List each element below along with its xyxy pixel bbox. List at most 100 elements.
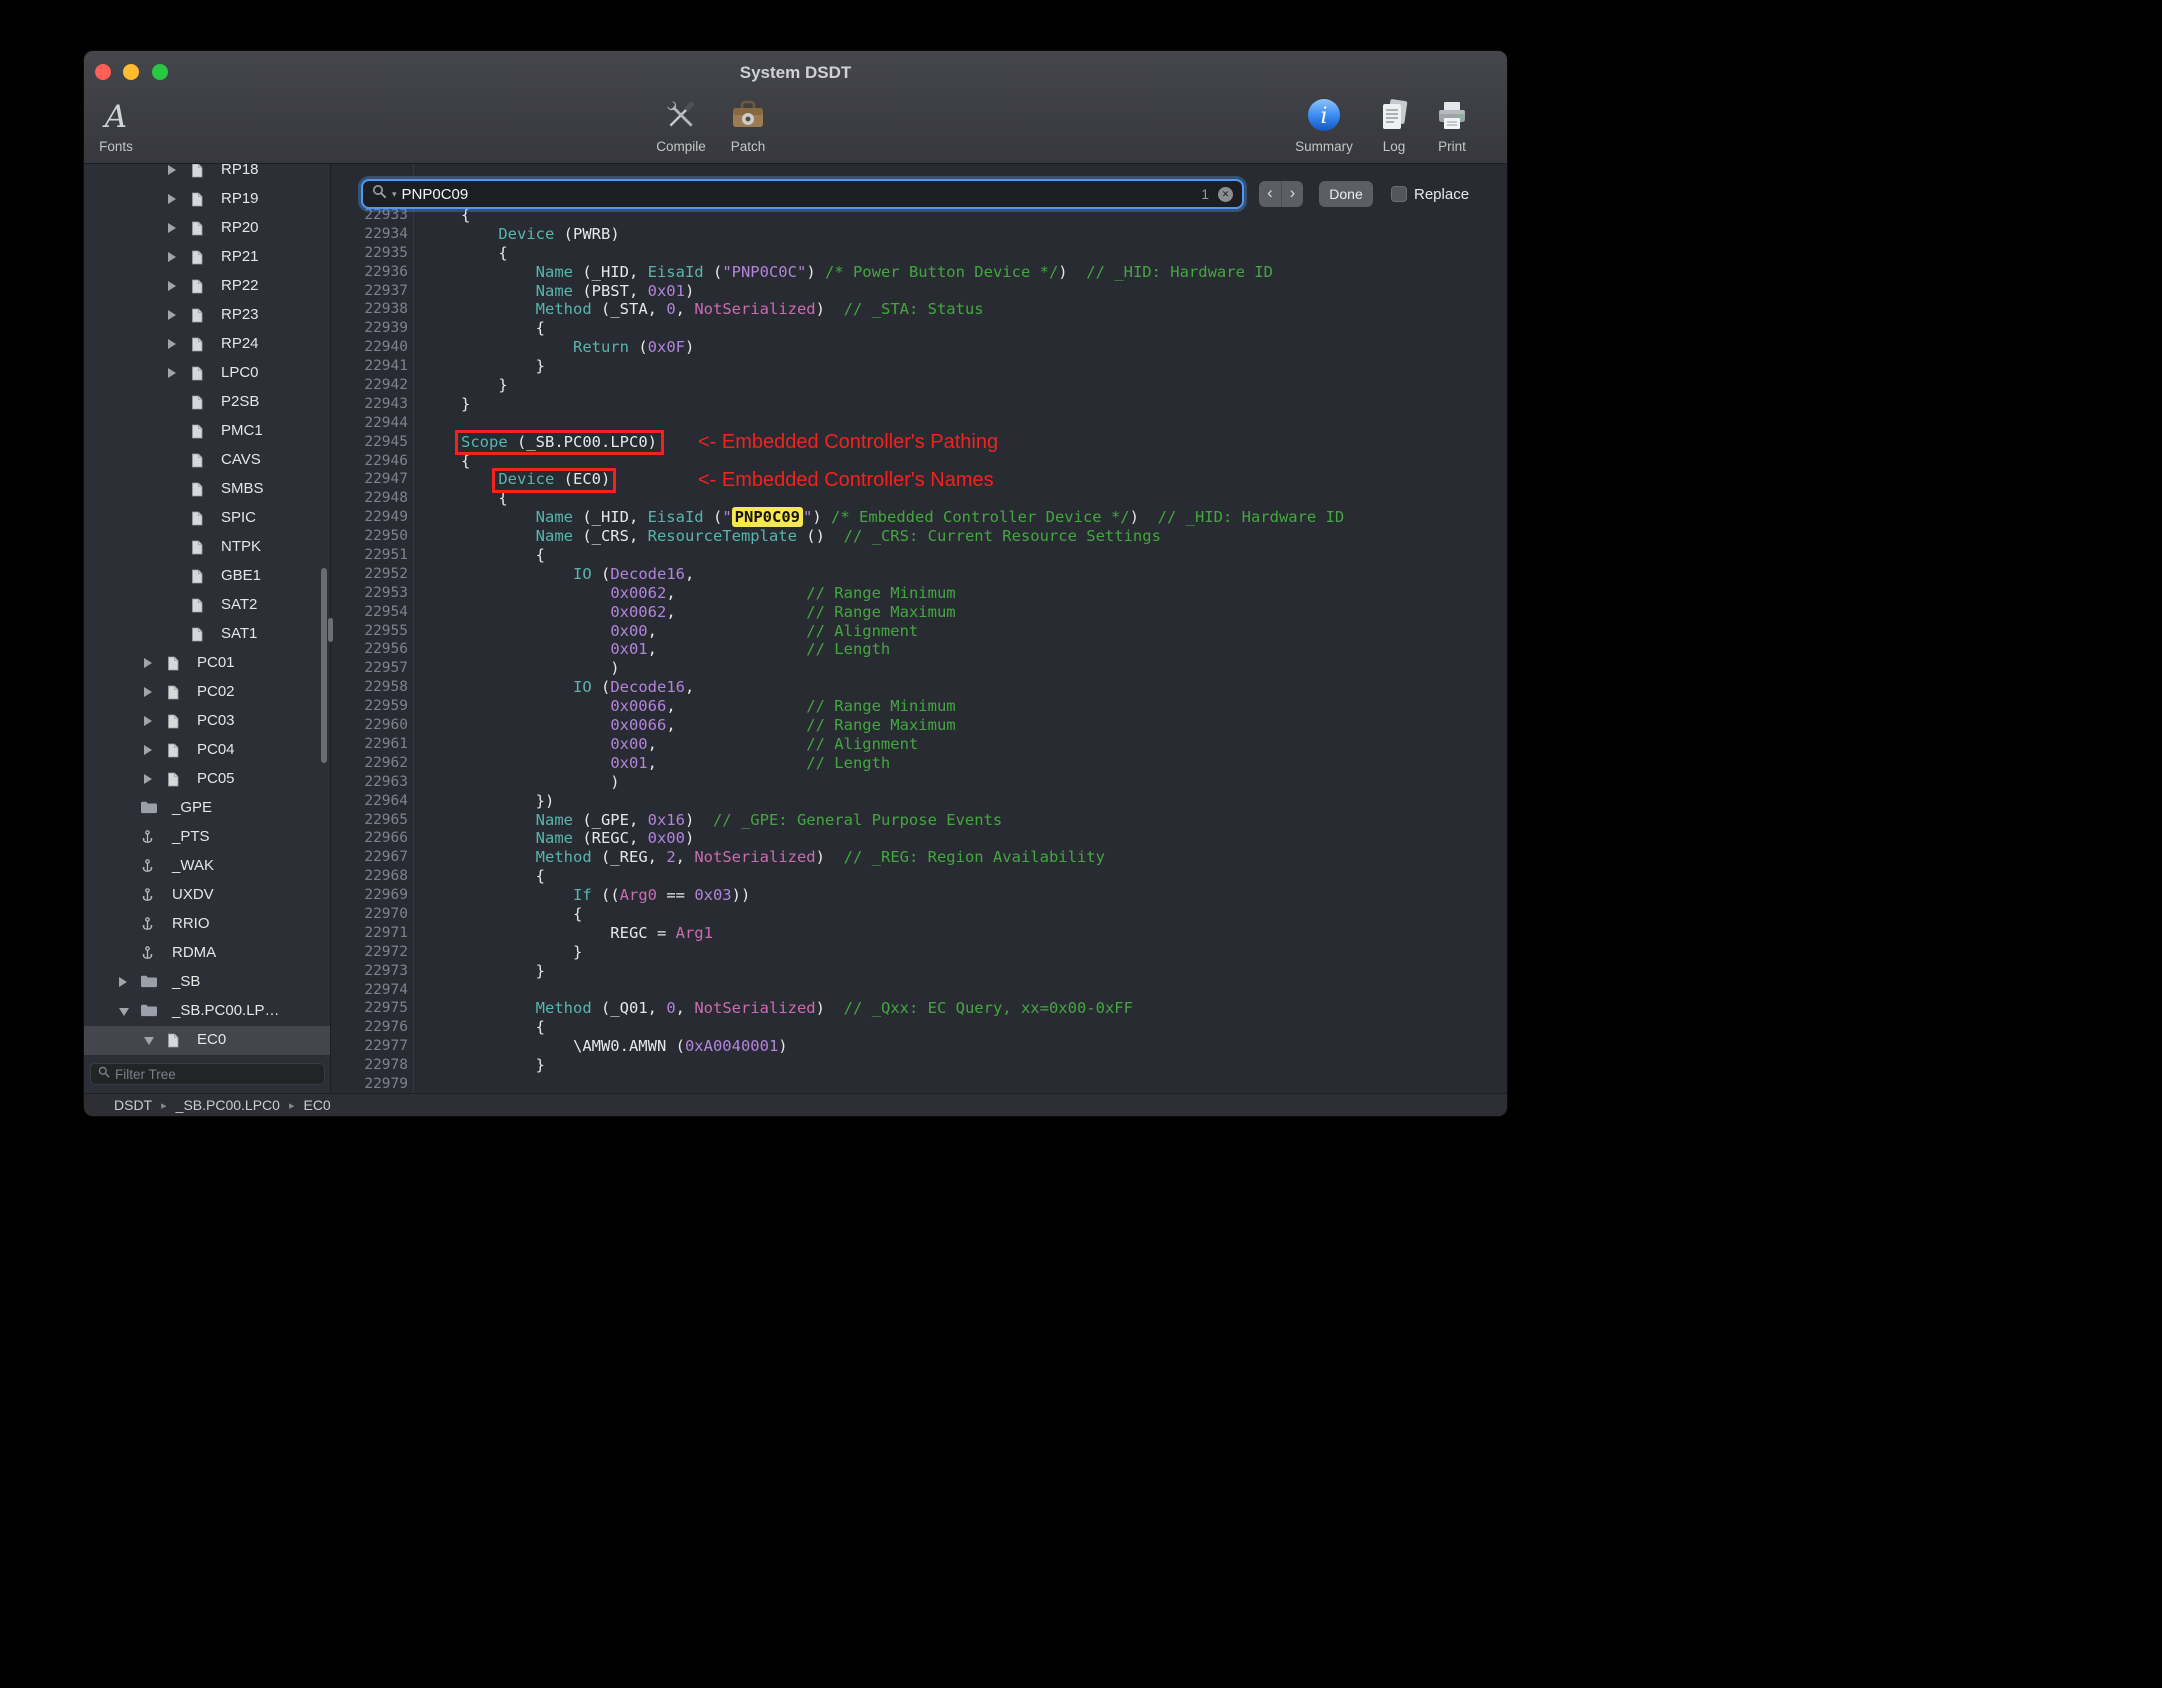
toolbar-print-button[interactable]: Print: [1422, 95, 1482, 163]
sidebar-item-pc03[interactable]: PC03: [84, 707, 330, 736]
code-line[interactable]: 22973 }: [331, 962, 1507, 981]
sidebar-item-lpc0[interactable]: LPC0: [84, 359, 330, 388]
sidebar-item-sat1[interactable]: SAT1: [84, 620, 330, 649]
sidebar-item--sb[interactable]: _SB: [84, 968, 330, 997]
sidebar-scrollbar-thumb[interactable]: [321, 568, 327, 763]
sidebar-item-rp24[interactable]: RP24: [84, 330, 330, 359]
sidebar-item-smbs[interactable]: SMBS: [84, 475, 330, 504]
chevron-right-icon[interactable]: [144, 716, 152, 726]
toolbar-summary-button[interactable]: i Summary: [1282, 95, 1366, 163]
breadcrumb-item-lpc0[interactable]: _SB.PC00.LPC0: [176, 1097, 280, 1113]
code-line[interactable]: 22964 }): [331, 792, 1507, 811]
sidebar-item--pts[interactable]: _PTS: [84, 823, 330, 852]
code-line[interactable]: 22937 Name (PBST, 0x01): [331, 282, 1507, 301]
code-line[interactable]: 22939 {: [331, 319, 1507, 338]
toolbar-fonts-button[interactable]: A Fonts: [84, 95, 148, 163]
code-line[interactable]: 22961 0x00, // Alignment: [331, 735, 1507, 754]
code-line[interactable]: 22960 0x0066, // Range Maximum: [331, 716, 1507, 735]
code-line[interactable]: 22963 ): [331, 773, 1507, 792]
code-line[interactable]: 22940 Return (0x0F): [331, 338, 1507, 357]
sidebar-item-spic[interactable]: SPIC: [84, 504, 330, 533]
code-line[interactable]: 22972 }: [331, 943, 1507, 962]
code-line[interactable]: 22941 }: [331, 357, 1507, 376]
sidebar-item-ec0[interactable]: EC0: [84, 1026, 330, 1055]
chevron-right-icon[interactable]: [168, 165, 176, 175]
search-input[interactable]: ▾ PNP0C09 1 ✕: [361, 179, 1244, 209]
sidebar-item-rp22[interactable]: RP22: [84, 272, 330, 301]
chevron-right-icon[interactable]: [119, 977, 127, 987]
chevron-right-icon[interactable]: [144, 745, 152, 755]
code-line[interactable]: 22938 Method (_STA, 0, NotSerialized) //…: [331, 300, 1507, 319]
breadcrumb-item-ec0[interactable]: EC0: [303, 1097, 330, 1113]
sidebar-item-uxdv[interactable]: UXDV: [84, 881, 330, 910]
toolbar-log-button[interactable]: Log: [1364, 95, 1424, 163]
code-line[interactable]: 22977 \AMW0.AMWN (0xA0040001): [331, 1037, 1507, 1056]
code-line[interactable]: 22957 ): [331, 659, 1507, 678]
code-line[interactable]: 22954 0x0062, // Range Maximum: [331, 603, 1507, 622]
splitter-grip[interactable]: [328, 618, 333, 642]
code-line[interactable]: 22942 }: [331, 376, 1507, 395]
sidebar-item-cavs[interactable]: CAVS: [84, 446, 330, 475]
sidebar-item--gpe[interactable]: _GPE: [84, 794, 330, 823]
done-button[interactable]: Done: [1319, 181, 1373, 207]
code-line[interactable]: 22958 IO (Decode16,: [331, 678, 1507, 697]
code-line[interactable]: 22950 Name (_CRS, ResourceTemplate () //…: [331, 527, 1507, 546]
chevron-right-icon[interactable]: [168, 368, 176, 378]
sidebar-item--sb-pc00-lp-[interactable]: _SB.PC00.LP…: [84, 997, 330, 1026]
sidebar-item-rp20[interactable]: RP20: [84, 214, 330, 243]
sidebar-item-ntpk[interactable]: NTPK: [84, 533, 330, 562]
sidebar-item-p2sb[interactable]: P2SB: [84, 388, 330, 417]
chevron-right-icon[interactable]: [168, 310, 176, 320]
replace-checkbox[interactable]: [1391, 186, 1407, 202]
sidebar-item-rp21[interactable]: RP21: [84, 243, 330, 272]
code-line[interactable]: 22959 0x0066, // Range Minimum: [331, 697, 1507, 716]
code-line[interactable]: 22956 0x01, // Length: [331, 640, 1507, 659]
code-line[interactable]: 22976 {: [331, 1018, 1507, 1037]
chevron-right-icon[interactable]: [168, 194, 176, 204]
chevron-down-icon[interactable]: [119, 1008, 129, 1016]
sidebar-item-pc04[interactable]: PC04: [84, 736, 330, 765]
code-line[interactable]: 22966 Name (REGC, 0x00): [331, 829, 1507, 848]
next-match-button[interactable]: ›: [1281, 181, 1303, 207]
code-line[interactable]: 22962 0x01, // Length: [331, 754, 1507, 773]
code-line[interactable]: 22953 0x0062, // Range Minimum: [331, 584, 1507, 603]
sidebar-item-sat2[interactable]: SAT2: [84, 591, 330, 620]
search-scope-chevron-icon[interactable]: ▾: [392, 189, 397, 200]
sidebar-item-pmc1[interactable]: PMC1: [84, 417, 330, 446]
toolbar-compile-button[interactable]: Compile: [641, 95, 721, 163]
toolbar-patch-button[interactable]: Patch: [713, 95, 783, 163]
code-line[interactable]: 22951 {: [331, 546, 1507, 565]
chevron-right-icon[interactable]: [144, 774, 152, 784]
code-line[interactable]: 22968 {: [331, 867, 1507, 886]
code-line[interactable]: 22975 Method (_Q01, 0, NotSerialized) //…: [331, 999, 1507, 1018]
chevron-right-icon[interactable]: [168, 252, 176, 262]
code-line[interactable]: 22978 }: [331, 1056, 1507, 1075]
sidebar-item-rp18[interactable]: RP18: [84, 164, 330, 185]
sidebar-item-rdma[interactable]: RDMA: [84, 939, 330, 968]
sidebar-item-rp19[interactable]: RP19: [84, 185, 330, 214]
code-line[interactable]: 22934 Device (PWRB): [331, 225, 1507, 244]
code-line[interactable]: 22965 Name (_GPE, 0x16) // _GPE: General…: [331, 811, 1507, 830]
code-area[interactable]: 22933{22934 Device (PWRB) 22935 {22936 Na…: [331, 206, 1507, 1094]
chevron-right-icon[interactable]: [168, 339, 176, 349]
sidebar-item-rrio[interactable]: RRIO: [84, 910, 330, 939]
chevron-right-icon[interactable]: [144, 658, 152, 668]
filter-tree-input[interactable]: Filter Tree: [90, 1063, 325, 1085]
chevron-right-icon[interactable]: [144, 687, 152, 697]
code-line[interactable]: 22936 Name (_HID, EisaId ("PNP0C0C") /* …: [331, 263, 1507, 282]
code-line[interactable]: 22970 {: [331, 905, 1507, 924]
sidebar-item--wak[interactable]: _WAK: [84, 852, 330, 881]
sidebar-item-rp23[interactable]: RP23: [84, 301, 330, 330]
sidebar-item-gbe1[interactable]: GBE1: [84, 562, 330, 591]
code-line[interactable]: 22971 REGC = Arg1: [331, 924, 1507, 943]
code-line[interactable]: 22967 Method (_REG, 2, NotSerialized) //…: [331, 848, 1507, 867]
clear-search-icon[interactable]: ✕: [1218, 186, 1233, 202]
breadcrumb-item-dsdt[interactable]: DSDT: [114, 1097, 152, 1113]
previous-match-button[interactable]: ‹: [1259, 181, 1281, 207]
code-line[interactable]: 22979: [331, 1075, 1507, 1094]
code-line[interactable]: 22969 If ((Arg0 == 0x03)): [331, 886, 1507, 905]
chevron-down-icon[interactable]: [144, 1037, 154, 1045]
code-line[interactable]: 22974: [331, 981, 1507, 1000]
code-line[interactable]: 22949 Name (_HID, EisaId (" PNP0C09 ") /* …: [331, 507, 1507, 528]
code-line[interactable]: 22952 IO (Decode16,: [331, 565, 1507, 584]
